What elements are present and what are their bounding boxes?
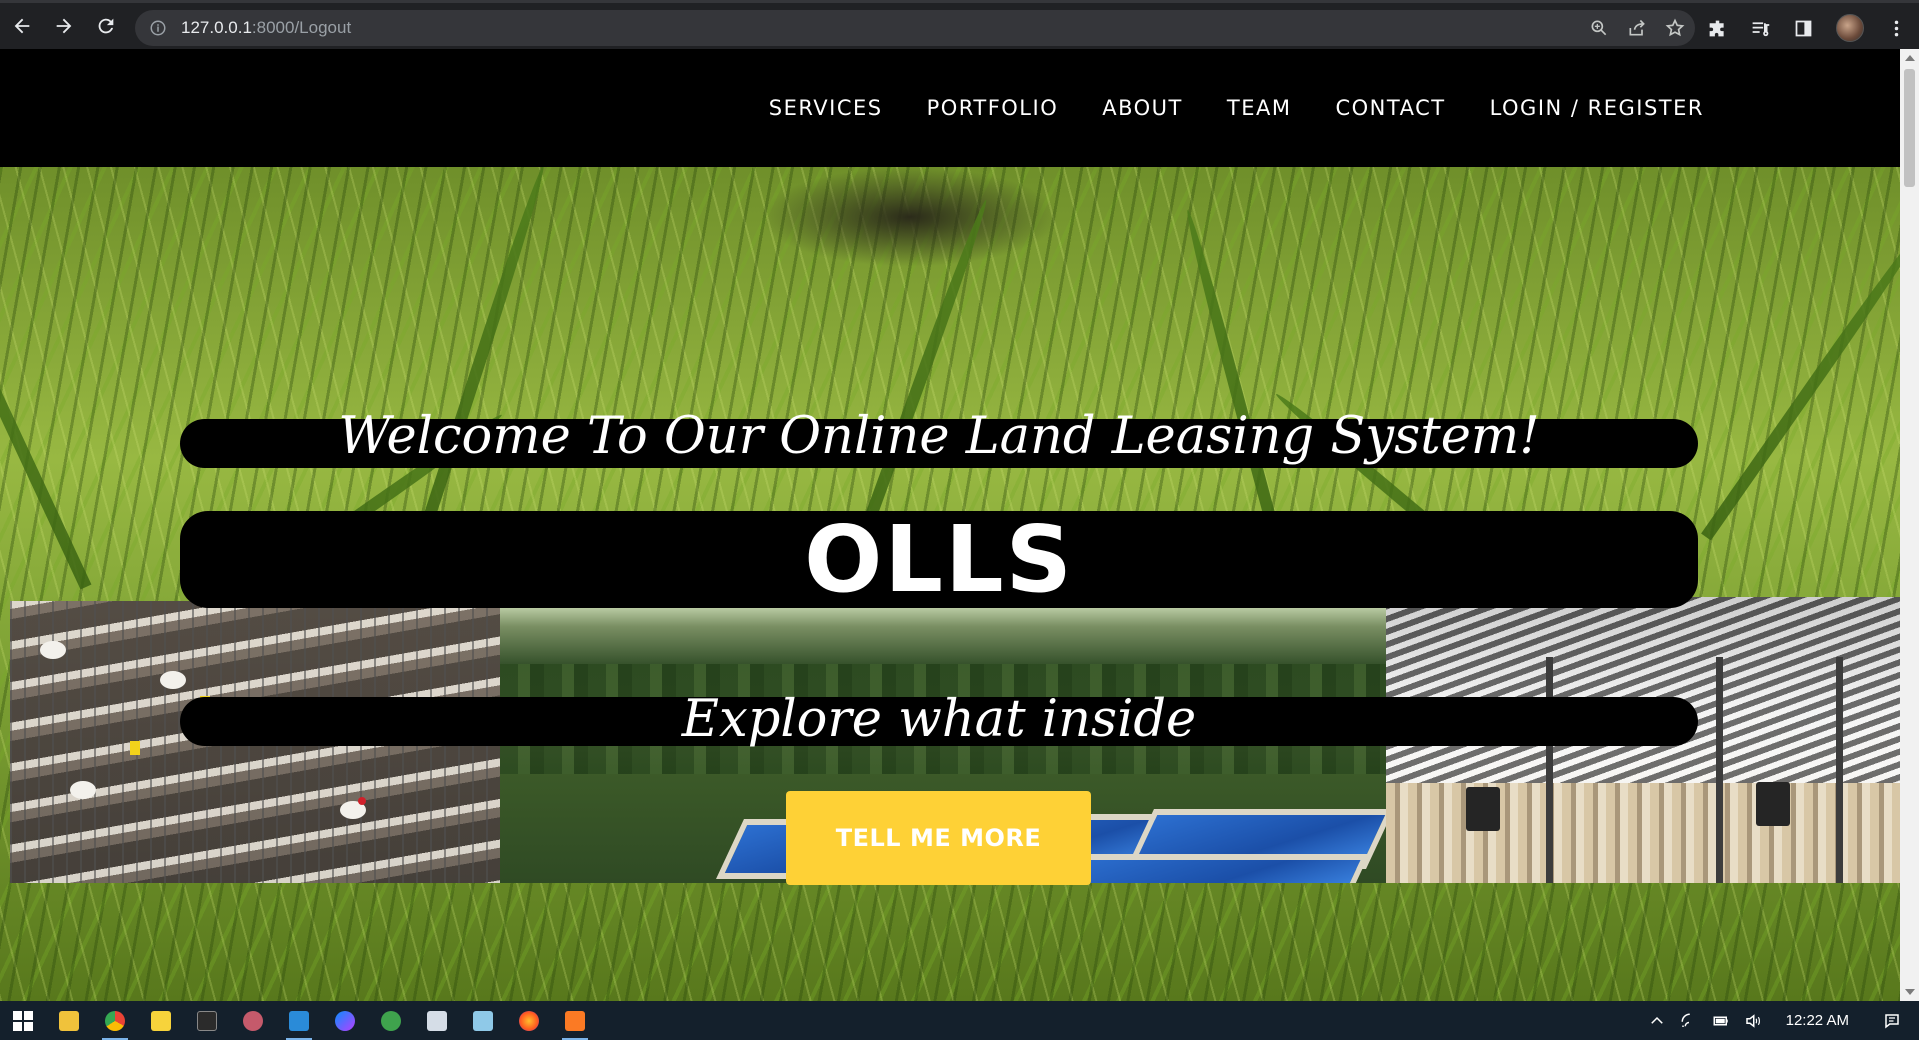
address-bar[interactable]: 127.0.0.1:8000/Logout — [135, 10, 1695, 46]
barn-post — [1716, 657, 1723, 883]
taskbar-terminal[interactable] — [184, 1001, 230, 1040]
barn-feeder — [1466, 787, 1500, 831]
taskbar-sticky-notes[interactable] — [138, 1001, 184, 1040]
notifications-icon[interactable] — [1883, 1012, 1901, 1030]
nav-link-team[interactable]: TEAM — [1227, 96, 1292, 120]
hen-comb — [358, 797, 366, 805]
page-viewport: SERVICES PORTFOLIO ABOUT TEAM CONTACT LO… — [0, 49, 1900, 1001]
xampp-icon — [565, 1010, 585, 1031]
tell-me-more-button[interactable]: TELL ME MORE — [786, 791, 1091, 885]
nav-link-about[interactable]: ABOUT — [1102, 96, 1183, 120]
taskbar-clock[interactable]: 12:22 AM — [1786, 1012, 1849, 1029]
app-icon — [381, 1010, 401, 1031]
taskbar-firefox[interactable] — [506, 1001, 552, 1040]
bookmark-star-icon[interactable] — [1665, 18, 1685, 38]
battery-icon[interactable] — [1712, 1012, 1730, 1030]
url-path: :8000/Logout — [251, 18, 352, 37]
taskbar-vscode[interactable] — [276, 1001, 322, 1040]
taskbar-notepad[interactable] — [414, 1001, 460, 1040]
browser-actions — [1707, 7, 1907, 49]
cage-tag — [130, 741, 140, 755]
app-icon — [473, 1010, 493, 1031]
info-icon[interactable] — [149, 19, 167, 37]
vscode-icon — [289, 1010, 309, 1031]
pond — [1050, 854, 1370, 883]
notepad-icon — [427, 1010, 447, 1031]
sticky-notes-icon — [151, 1010, 171, 1031]
back-arrow-icon — [14, 18, 30, 34]
url-text[interactable]: 127.0.0.1:8000/Logout — [181, 18, 351, 38]
kebab-menu-icon[interactable] — [1886, 18, 1907, 39]
windows-logo-icon — [13, 1010, 33, 1031]
folder-icon — [59, 1010, 79, 1031]
browser-toolbar: 127.0.0.1:8000/Logout — [0, 0, 1919, 49]
hen-shape — [40, 641, 66, 659]
scroll-up-arrow-icon[interactable] — [1905, 55, 1915, 61]
grass-blade — [1701, 222, 1900, 541]
hen-shape — [70, 781, 96, 799]
url-host: 127.0.0.1 — [181, 18, 252, 37]
start-button[interactable] — [0, 1001, 46, 1040]
nav-link-login-register[interactable]: LOGIN / REGISTER — [1490, 96, 1704, 120]
barn-post — [1836, 657, 1843, 883]
wifi-icon[interactable] — [1680, 1012, 1698, 1030]
brand-banner: OLLS — [180, 511, 1698, 608]
chrome-icon — [105, 1010, 125, 1031]
reload-button[interactable] — [86, 6, 126, 46]
firefox-icon — [519, 1010, 539, 1031]
app-icon — [243, 1010, 263, 1031]
messenger-icon — [335, 1010, 355, 1031]
zoom-icon[interactable] — [1589, 18, 1609, 38]
share-icon[interactable] — [1627, 18, 1647, 38]
welcome-banner: Welcome To Our Online Land Leasing Syste… — [180, 411, 1698, 468]
windows-taskbar: 12:22 AM — [0, 1001, 1919, 1040]
forward-button[interactable] — [44, 6, 84, 46]
brand-title: OLLS — [804, 506, 1074, 613]
taskbar-app-2[interactable] — [230, 1001, 276, 1040]
scroll-down-arrow-icon[interactable] — [1905, 989, 1915, 995]
nav-links: SERVICES PORTFOLIO ABOUT TEAM CONTACT LO… — [769, 49, 1704, 167]
barn-post — [1546, 657, 1553, 883]
taskbar-app-3[interactable] — [368, 1001, 414, 1040]
nav-link-contact[interactable]: CONTACT — [1335, 96, 1445, 120]
forward-arrow-icon — [56, 18, 72, 34]
barn-feeder — [1756, 782, 1790, 826]
system-tray: 12:22 AM — [1648, 1001, 1919, 1040]
chevron-up-icon[interactable] — [1648, 1012, 1666, 1030]
site-navbar: SERVICES PORTFOLIO ABOUT TEAM CONTACT LO… — [0, 49, 1900, 167]
taskbar-messenger[interactable] — [322, 1001, 368, 1040]
nav-link-portfolio[interactable]: PORTFOLIO — [927, 96, 1059, 120]
nav-link-services[interactable]: SERVICES — [769, 96, 883, 120]
profile-avatar[interactable] — [1836, 14, 1864, 42]
reload-icon — [98, 18, 114, 34]
scrollbar-thumb[interactable] — [1904, 69, 1915, 187]
grass-blade — [0, 240, 92, 590]
barn-floor — [1386, 783, 1900, 883]
page-scrollbar[interactable] — [1900, 49, 1919, 1001]
back-button[interactable] — [2, 6, 42, 46]
welcome-heading: Welcome To Our Online Land Leasing Syste… — [338, 407, 1540, 466]
terminal-icon — [197, 1010, 217, 1031]
side-panel-icon[interactable] — [1793, 18, 1814, 39]
extensions-icon[interactable] — [1707, 18, 1728, 39]
grass-blade — [420, 167, 550, 529]
taskbar-chrome[interactable] — [92, 1001, 138, 1040]
taskbar-app-4[interactable] — [460, 1001, 506, 1040]
taskbar-xampp[interactable] — [552, 1001, 598, 1040]
explore-subheading: Explore what inside — [681, 690, 1197, 749]
hen-shape — [160, 671, 186, 689]
reading-list-icon[interactable] — [1750, 18, 1771, 39]
hero-shadow — [760, 167, 1060, 267]
explore-banner: Explore what inside — [180, 690, 1698, 749]
volume-icon[interactable] — [1744, 1012, 1762, 1030]
omnibox-actions — [1589, 10, 1685, 46]
taskbar-file-explorer[interactable] — [46, 1001, 92, 1040]
